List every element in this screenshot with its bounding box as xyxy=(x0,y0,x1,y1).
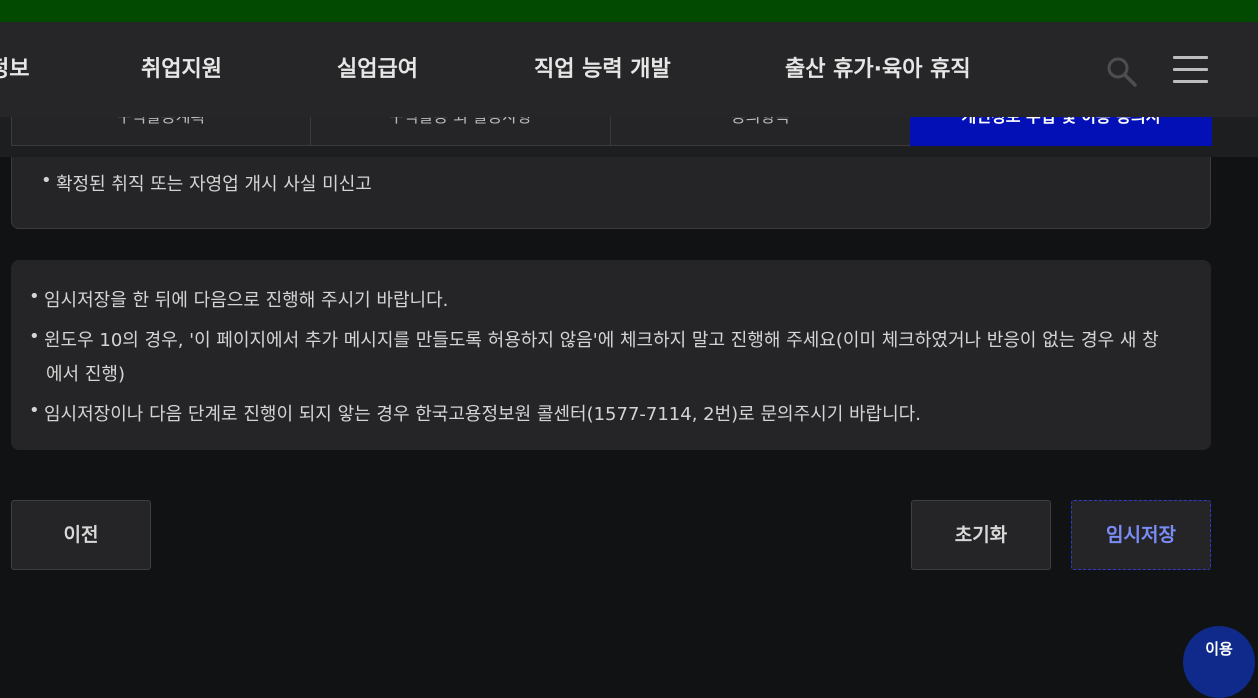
site-header: 정보 취업지원 실업급여 직업 능력 개발 출산 휴가·육아 휴직 xyxy=(0,22,1258,117)
nav-item-vocational-training[interactable]: 직업 능력 개발 xyxy=(534,22,671,117)
notice-item-text: 임시저장이나 다음 단계로 진행이 되지 앟는 경우 한국고용정보원 콜센터(1… xyxy=(44,404,921,425)
nav-item-unemployment-benefits[interactable]: 실업급여 xyxy=(337,22,418,117)
list-item-text: 확정된 취직 또는 자영업 개시 사실 미신고 xyxy=(56,174,372,195)
consent-detail-box: • 확정된 취직 또는 자영업 개시 사실 미신고 xyxy=(11,150,1211,229)
search-icon[interactable] xyxy=(1104,54,1140,90)
bullet-dot: • xyxy=(29,400,40,421)
nav-item-job-support[interactable]: 취업지원 xyxy=(141,22,222,117)
floating-help-button[interactable]: 이용 xyxy=(1183,626,1255,698)
nav-item-info[interactable]: 정보 xyxy=(0,22,29,117)
step-tabs: 구직활동계획 구직활동 외 활동사항 동의항목 개인정보 수집 및 이용 동의서 xyxy=(0,117,1258,157)
notice-item-text: 임시저장을 한 뒤에 다음으로 진행해 주시기 바랍니다. xyxy=(44,290,449,311)
reset-button[interactable]: 초기화 xyxy=(911,500,1051,570)
nav-item-parental-leave[interactable]: 출산 휴가·육아 휴직 xyxy=(785,22,971,117)
tab-job-search-plan[interactable]: 구직활동계획 xyxy=(11,117,311,146)
notice-item-continuation: 에서 진행) xyxy=(46,364,125,385)
tab-consent-items[interactable]: 동의항목 xyxy=(610,117,911,146)
tab-other-activities[interactable]: 구직활동 외 활동사항 xyxy=(310,117,611,146)
top-color-bar xyxy=(0,0,1258,22)
tab-privacy-consent[interactable]: 개인정보 수집 및 이용 동의서 xyxy=(910,117,1212,146)
bullet-dot: • xyxy=(29,326,40,347)
notice-box: • 임시저장을 한 뒤에 다음으로 진행해 주시기 바랍니다. • 윈도우 10… xyxy=(11,260,1211,450)
temp-save-button[interactable]: 임시저장 xyxy=(1071,500,1211,570)
bullet-dot: • xyxy=(29,286,40,307)
prev-button[interactable]: 이전 xyxy=(11,500,151,570)
hamburger-menu-icon[interactable] xyxy=(1173,56,1208,84)
bullet-dot: • xyxy=(41,170,52,191)
notice-item-text: 윈도우 10의 경우, '이 페이지에서 추가 메시지를 만들도록 허용하지 않… xyxy=(44,330,1159,351)
